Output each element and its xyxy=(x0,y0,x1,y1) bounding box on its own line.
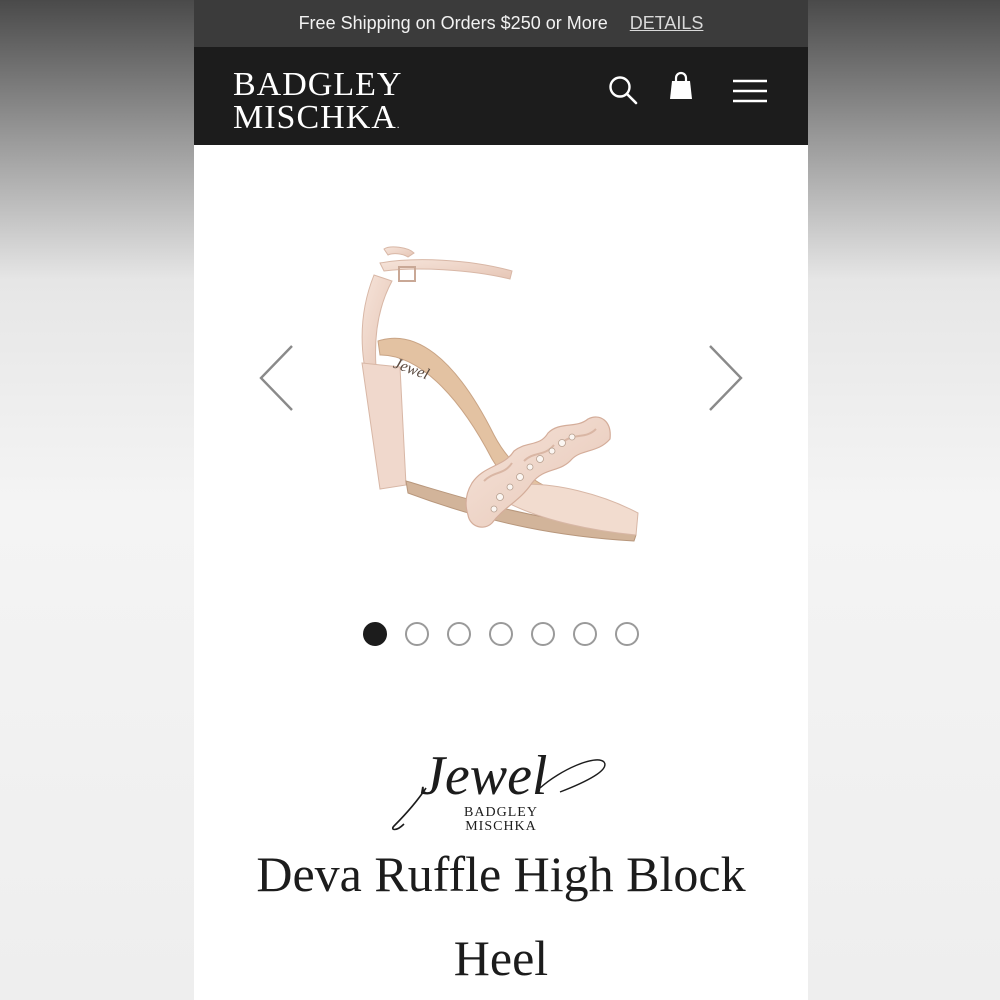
product-image: Jewel xyxy=(361,246,639,542)
brand-script: Jewel xyxy=(420,748,547,807)
product-title: Deva Ruffle High Block Heel xyxy=(256,846,746,986)
gallery-dot[interactable] xyxy=(447,622,471,646)
brand-line-1: BADGLEY xyxy=(464,805,538,820)
logo-mark: . xyxy=(396,120,401,131)
gallery-dot[interactable] xyxy=(489,622,513,646)
menu-icon[interactable] xyxy=(732,78,768,104)
shopping-bag-icon[interactable] xyxy=(668,71,694,101)
gallery-pagination xyxy=(194,622,808,652)
logo-line-1: BADGLEY xyxy=(233,66,403,103)
gallery-dot[interactable] xyxy=(573,622,597,646)
gallery-dot[interactable] xyxy=(531,622,555,646)
product-gallery: Jewel xyxy=(194,145,808,605)
promo-banner: Free Shipping on Orders $250 or More DET… xyxy=(194,0,808,47)
promo-text: Free Shipping on Orders $250 or More xyxy=(298,13,608,33)
gallery-dot[interactable] xyxy=(363,622,387,646)
search-icon[interactable] xyxy=(608,75,638,105)
gallery-dot[interactable] xyxy=(405,622,429,646)
logo-line-2: MISCHKA xyxy=(233,99,397,136)
chevron-left-icon[interactable] xyxy=(256,342,298,414)
brand-logo[interactable]: BADGLEY MISCHKA. xyxy=(233,68,402,142)
brand-name: BADGLEY MISCHKA xyxy=(194,806,808,834)
details-link[interactable]: DETAILS xyxy=(630,13,704,34)
chevron-right-icon[interactable] xyxy=(704,342,746,414)
phone-screen: Free Shipping on Orders $250 or More DET… xyxy=(194,0,808,1000)
site-header: BADGLEY MISCHKA. xyxy=(194,47,808,145)
gallery-dot[interactable] xyxy=(615,622,639,646)
